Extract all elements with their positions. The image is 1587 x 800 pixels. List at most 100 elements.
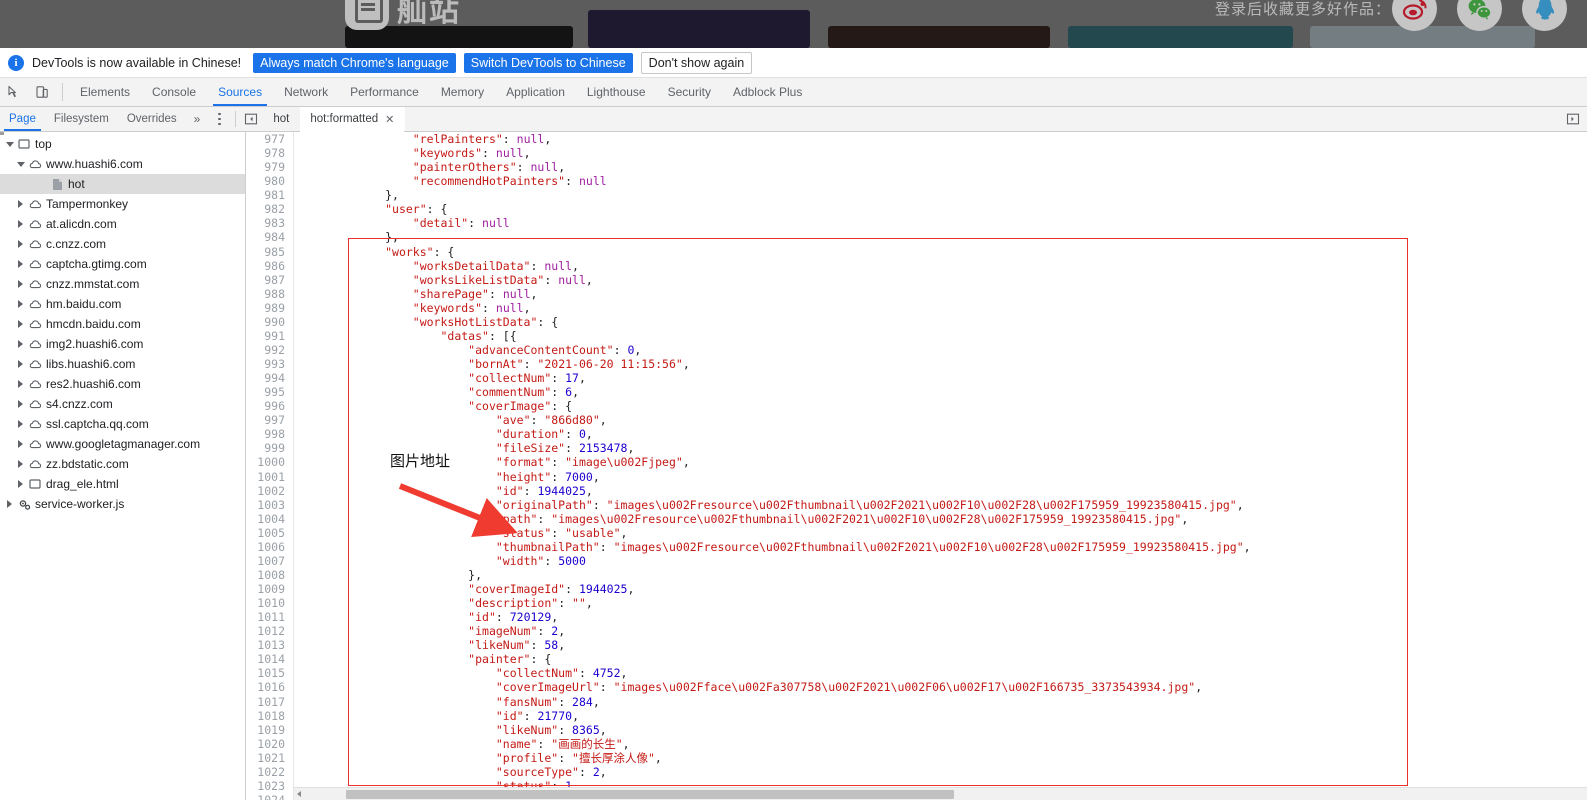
twisty-collapsed-icon[interactable] <box>15 200 26 208</box>
line-number[interactable]: 1000 <box>246 455 294 470</box>
line-number[interactable]: 998 <box>246 427 294 442</box>
code-line-content[interactable]: "user": { <box>294 202 447 216</box>
twisty-collapsed-icon[interactable] <box>15 460 26 468</box>
tab-security[interactable]: Security <box>657 78 722 106</box>
file-tab-hot[interactable]: hot <box>263 107 300 131</box>
line-number[interactable]: 996 <box>246 399 294 414</box>
line-number[interactable]: 990 <box>246 314 294 329</box>
twisty-collapsed-icon[interactable] <box>15 380 26 388</box>
line-number[interactable]: 1018 <box>246 708 294 723</box>
code-line-content[interactable]: "path": "images\u002Fresource\u002Fthumb… <box>294 512 1188 526</box>
line-number[interactable]: 979 <box>246 160 294 175</box>
code-line-content[interactable]: "width": 5000 <box>294 554 586 568</box>
code-line-content[interactable]: "coverImageUrl": "images\u002Fface\u002F… <box>294 680 1202 694</box>
code-line[interactable]: 989 "keywords": null, <box>246 300 1587 315</box>
code-line[interactable]: 1004 "path": "images\u002Fresource\u002F… <box>246 511 1587 526</box>
code-line-content[interactable]: "sourceType": 2, <box>294 765 607 779</box>
code-line-content[interactable]: "originalPath": "images\u002Fresource\u0… <box>294 498 1244 512</box>
twisty-collapsed-icon[interactable] <box>15 240 26 248</box>
code-line-content[interactable]: "coverImage": { <box>294 399 572 413</box>
code-line-content[interactable]: }, <box>294 188 399 202</box>
line-number[interactable]: 988 <box>246 286 294 301</box>
line-number[interactable]: 1024 <box>246 792 294 800</box>
line-number[interactable]: 984 <box>246 230 294 245</box>
code-line[interactable]: 1003 "originalPath": "images\u002Fresour… <box>246 497 1587 512</box>
code-line-content[interactable]: "collectNum": 4752, <box>294 666 628 680</box>
code-line-content[interactable]: "worksDetailData": null, <box>294 259 579 273</box>
line-number[interactable]: 1023 <box>246 778 294 793</box>
line-number[interactable]: 999 <box>246 441 294 456</box>
tree-item-tampermonkey[interactable]: Tampermonkey <box>0 194 245 214</box>
line-number[interactable]: 1010 <box>246 596 294 611</box>
code-line[interactable]: 986 "worksDetailData": null, <box>246 258 1587 273</box>
tree-item-hot[interactable]: hot <box>0 174 245 194</box>
code-line[interactable]: 1019 "likeNum": 8365, <box>246 722 1587 737</box>
line-number[interactable]: 1001 <box>246 469 294 484</box>
code-line[interactable]: 985 "works": { <box>246 244 1587 259</box>
code-line[interactable]: 983 "detail": null <box>246 216 1587 231</box>
line-number[interactable]: 1007 <box>246 553 294 568</box>
code-line[interactable]: 982 "user": { <box>246 202 1587 217</box>
code-line-content[interactable]: "status": "usable", <box>294 526 628 540</box>
navigator-file-tree[interactable]: top www.huashi6.com hot Tampermonkey at.alic… <box>0 132 246 800</box>
code-line-content[interactable]: "bornAt": "2021-06-20 11:15:56", <box>294 357 690 371</box>
code-line-content[interactable]: "description": "", <box>294 596 593 610</box>
line-number[interactable]: 1009 <box>246 582 294 597</box>
code-line[interactable]: 1006 "thumbnailPath": "images\u002Fresou… <box>246 539 1587 554</box>
twisty-collapsed-icon[interactable] <box>15 300 26 308</box>
tree-item-libs-huashi6-com[interactable]: libs.huashi6.com <box>0 354 245 374</box>
code-line[interactable]: 992 "advanceContentCount": 0, <box>246 342 1587 357</box>
tab-adblock-plus[interactable]: Adblock Plus <box>722 78 813 106</box>
twisty-expanded-icon[interactable] <box>4 141 15 147</box>
line-number[interactable]: 995 <box>246 385 294 400</box>
tree-item-top[interactable]: top <box>0 134 245 154</box>
code-line[interactable]: 1012 "imageNum": 2, <box>246 624 1587 639</box>
more-options-icon[interactable] <box>208 107 230 131</box>
code-line-content[interactable]: "fansNum": 284, <box>294 695 600 709</box>
code-line[interactable]: 1014 "painter": { <box>246 652 1587 667</box>
switch-to-chinese-button[interactable]: Switch DevTools to Chinese <box>463 52 633 73</box>
code-line[interactable]: 995 "commentNum": 6, <box>246 385 1587 400</box>
tab-elements[interactable]: Elements <box>69 78 141 106</box>
code-line[interactable]: 1009 "coverImageId": 1944025, <box>246 582 1587 597</box>
twisty-collapsed-icon[interactable] <box>15 360 26 368</box>
code-line[interactable]: 991 "datas": [{ <box>246 328 1587 343</box>
tree-item-zz-bdstatic-com[interactable]: zz.bdstatic.com <box>0 454 245 474</box>
code-line-content[interactable]: "collectNum": 17, <box>294 371 586 385</box>
code-line[interactable]: 1010 "description": "", <box>246 596 1587 611</box>
code-line[interactable]: 998 "duration": 0, <box>246 427 1587 442</box>
code-line-content[interactable]: "thumbnailPath": "images\u002Fresource\u… <box>294 540 1251 554</box>
line-number[interactable]: 991 <box>246 328 294 343</box>
twisty-collapsed-icon[interactable] <box>15 340 26 348</box>
tab-sources[interactable]: Sources <box>207 78 273 106</box>
tree-item-s4-cnzz-com[interactable]: s4.cnzz.com <box>0 394 245 414</box>
code-line[interactable]: 993 "bornAt": "2021-06-20 11:15:56", <box>246 357 1587 372</box>
line-number[interactable]: 1022 <box>246 764 294 779</box>
scrollbar-thumb[interactable] <box>346 790 954 799</box>
tree-item-img2-huashi6-com[interactable]: img2.huashi6.com <box>0 334 245 354</box>
code-line-content[interactable]: "relPainters": null, <box>294 132 552 146</box>
code-line[interactable]: 1018 "id": 21770, <box>246 708 1587 723</box>
code-line-content[interactable]: "height": 7000, <box>294 470 600 484</box>
code-line-content[interactable]: "advanceContentCount": 0, <box>294 343 641 357</box>
code-line[interactable]: 984 }, <box>246 230 1587 245</box>
line-number[interactable]: 1012 <box>246 624 294 639</box>
line-number[interactable]: 1021 <box>246 750 294 765</box>
tree-item-at-alicdn-com[interactable]: at.alicdn.com <box>0 214 245 234</box>
subtab-overrides[interactable]: Overrides <box>118 107 186 131</box>
code-line[interactable]: 1020 "name": "画画的长生", <box>246 736 1587 751</box>
twisty-collapsed-icon[interactable] <box>4 500 15 508</box>
twisty-collapsed-icon[interactable] <box>15 480 26 488</box>
twisty-collapsed-icon[interactable] <box>15 280 26 288</box>
code-line-content[interactable]: "id": 21770, <box>294 709 579 723</box>
twisty-collapsed-icon[interactable] <box>15 260 26 268</box>
line-number[interactable]: 987 <box>246 272 294 287</box>
code-line[interactable]: 1016 "coverImageUrl": "images\u002Fface\… <box>246 680 1587 695</box>
device-toolbar-icon[interactable] <box>28 78 56 106</box>
code-line[interactable]: 1007 "width": 5000 <box>246 553 1587 568</box>
line-number[interactable]: 1004 <box>246 511 294 526</box>
code-line-content[interactable]: "painter": { <box>294 652 551 666</box>
editor-horizontal-scrollbar[interactable] <box>294 787 1587 800</box>
code-line-content[interactable]: "keywords": null, <box>294 301 531 315</box>
line-number[interactable]: 993 <box>246 357 294 372</box>
